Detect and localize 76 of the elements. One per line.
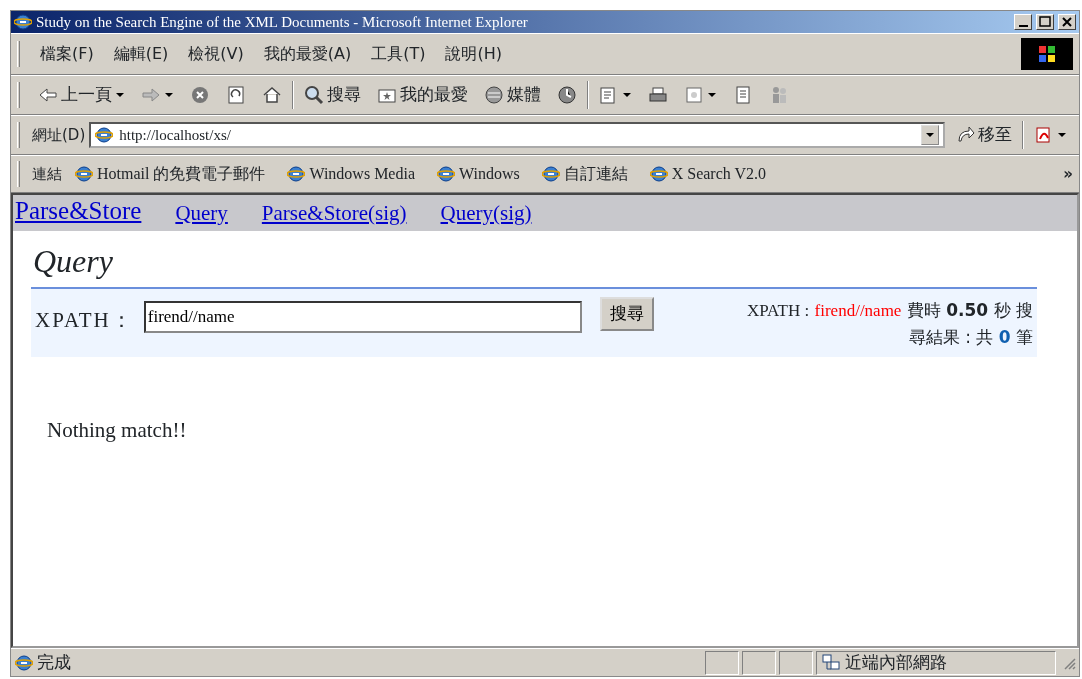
result-number: 0.50 [946,300,989,320]
browser-icon [15,653,33,672]
link-item[interactable]: Windows [428,162,529,186]
caret-icon [115,90,125,100]
result-message: Nothing match!! [47,417,188,444]
printer-icon [648,85,668,105]
arrow-icon [955,125,975,145]
browser-icon [14,13,32,31]
link-item[interactable]: Windows Media [278,162,424,186]
caret-icon [164,90,174,100]
result-text: XPATH : [746,301,810,320]
menu-item[interactable]: 我的最愛(A) [255,40,360,68]
link-item[interactable]: X Search V2.0 [640,162,776,186]
link-item[interactable]: Hotmail 的免費電子郵件 [66,162,275,186]
nav-link[interactable]: Parse&Store(sig) [261,197,407,229]
forward-arrow-icon [141,85,161,105]
zone-text: 近端內部網路 [845,650,947,674]
nav-link[interactable]: Query [175,197,228,229]
maximize-icon [1037,15,1053,29]
flag-icon [1037,44,1057,64]
globe-icon [484,85,504,105]
menu-item[interactable]: 工具(T) [363,40,434,68]
result-text: 費時 [906,300,941,320]
window-icon [684,85,704,105]
dropdown-button[interactable] [921,125,939,145]
nav-link[interactable]: Parse&Store [15,191,142,229]
back-arrow-icon [38,85,58,105]
magnifier-button[interactable]: 搜尋 [298,80,367,110]
query-text: firend//name [814,301,902,320]
maximize-button[interactable] [1036,14,1054,30]
nav-link[interactable]: Query(sig) [440,197,532,229]
window-title: Study on the Search Engine of the XML Documents - Microsoft Internet Explorer [36,12,529,32]
browser-icon [95,126,114,144]
more-links-button[interactable]: » [1063,162,1073,186]
xpath-input[interactable]: firend//name [143,301,582,333]
browser-icon [75,165,93,183]
globe-button[interactable]: 媒體 [478,80,547,110]
page-heading: Query [33,242,114,281]
result-number: 0 [998,327,1011,347]
home-icon [262,85,282,105]
result-text: 尋結果 : 共 [908,327,994,347]
address-field[interactable]: http://localhost/xs/ [89,122,945,148]
caret-icon [707,90,717,100]
close-icon [1059,15,1075,29]
field-label: XPATH： [35,307,134,334]
url-text: http://localhost/xs/ [119,125,232,145]
caret-icon [622,90,632,100]
caret-icon [1057,130,1067,140]
minimize-icon [1018,24,1028,27]
menu-item[interactable]: 編輯(E) [105,40,177,68]
link-item[interactable]: 自訂連結 [532,162,637,186]
notepad-icon [733,85,753,105]
go-button[interactable]: 移至 [949,120,1018,150]
menu-item[interactable]: 檔案(F) [32,40,102,68]
status-text: 完成 [37,650,71,674]
menu-item[interactable]: 說明(H) [437,40,510,68]
search-button[interactable]: 搜尋 [599,297,654,331]
caret-icon [925,130,935,140]
links-label: 連結 [32,163,62,185]
refresh-icon [226,85,246,105]
result-text: 筆 [1016,327,1033,347]
minimize-button[interactable] [1014,14,1032,30]
address-label: 網址(D) [32,124,86,146]
result-text: 秒 搜 [993,300,1033,320]
browser-icon [437,165,455,183]
close-button[interactable] [1058,14,1076,30]
browser-icon [287,165,306,183]
stop-icon [190,85,210,105]
menu-item[interactable]: 檢視(V) [180,40,252,68]
browser-icon [541,165,560,183]
back-arrow-button[interactable]: 上一頁 [32,80,131,110]
browser-icon [649,165,668,183]
network-icon [821,652,841,673]
history-icon [557,85,577,105]
folder-button[interactable]: 我的最愛 [371,80,474,110]
magnifier-icon [304,85,324,105]
